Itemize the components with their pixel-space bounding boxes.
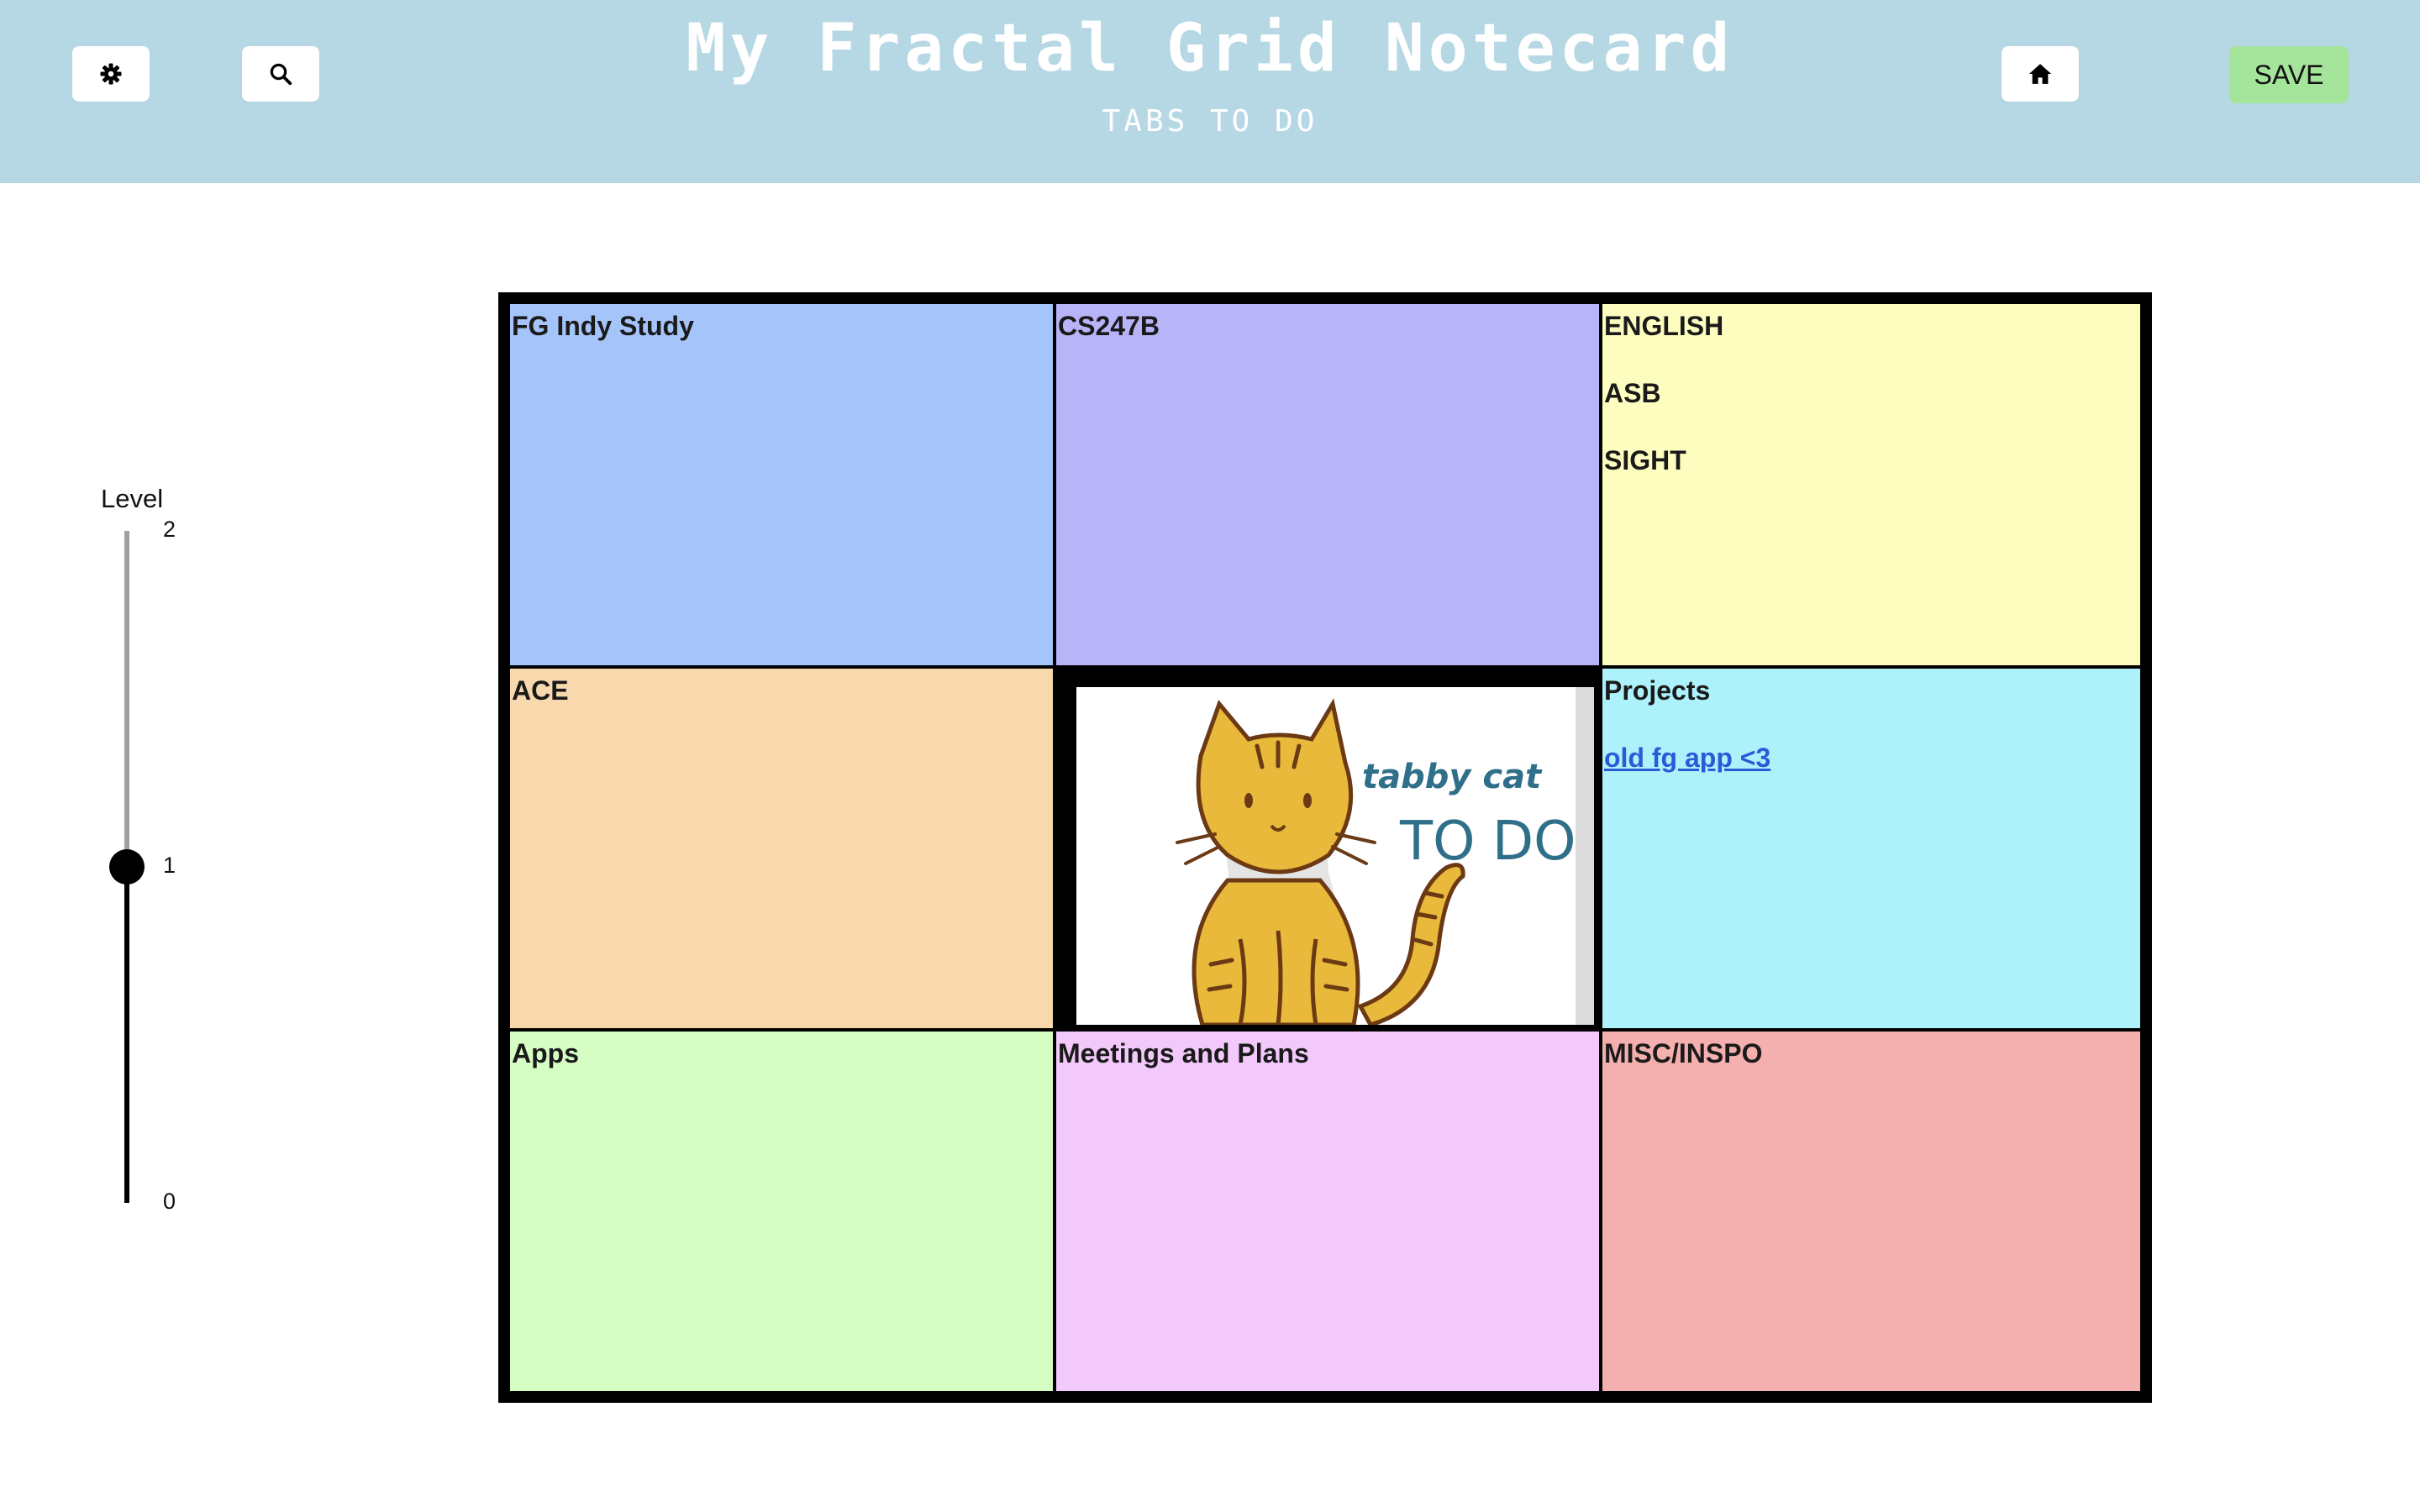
cell-title: MISC/INSPO [1604, 1038, 1763, 1068]
cell-title: FG Indy Study [512, 311, 694, 341]
cell-line: SIGHT [1604, 445, 1686, 475]
level-slider-thumb[interactable] [109, 849, 145, 885]
slider-track-upper[interactable] [124, 531, 129, 867]
grid-cell-projects[interactable]: Projects old fg app <3 [1602, 669, 2140, 1028]
home-icon [2028, 64, 2052, 84]
slider-tick-min: 0 [163, 1189, 176, 1214]
slider-tick-mid: 1 [163, 853, 176, 878]
page-subtitle: TABS TO DO [1102, 104, 1318, 139]
image-caption-top: tabby cat [1362, 758, 1543, 796]
header-bar: My Fractal Grid Notecard TABS TO DO SAVE [0, 0, 2420, 183]
old-fg-app-link[interactable]: old fg app <3 [1604, 741, 2139, 774]
grid-cell-center-image[interactable]: tabby cat TO DOs [1068, 679, 1602, 1033]
cell-title: Meetings and Plans [1058, 1038, 1309, 1068]
cell-title: Apps [512, 1038, 579, 1068]
save-button[interactable]: SAVE [2229, 46, 2349, 103]
cell-title: ACE [512, 675, 569, 706]
grid-cell-misc-inspo[interactable]: MISC/INSPO [1602, 1032, 2140, 1391]
slider-track-lower[interactable] [124, 867, 129, 1203]
slider-tick-max: 2 [163, 517, 176, 542]
grid-cell-english[interactable]: ENGLISH ASB SIGHT [1602, 304, 2140, 665]
grid-cell-meetings-and-plans[interactable]: Meetings and Plans [1056, 1032, 1599, 1391]
fractal-grid: FG Indy Study CS247B ENGLISH ASB SIGHT A… [498, 292, 2152, 1403]
grid-cell-fg-indy-study[interactable]: FG Indy Study [510, 304, 1053, 665]
cell-title: ENGLISH [1604, 311, 1724, 341]
cell-line: ASB [1604, 378, 1661, 408]
grid-cell-cs247b[interactable]: CS247B [1056, 304, 1599, 665]
cell-title: CS247B [1058, 311, 1160, 341]
image-caption-bottom: TO DOs [1399, 811, 1594, 873]
grid-cell-ace[interactable]: ACE [510, 669, 1053, 1028]
cell-title: Projects [1604, 675, 1711, 706]
image-scrollbar[interactable] [1576, 687, 1594, 1025]
grid-cell-apps[interactable]: Apps [510, 1032, 1053, 1391]
home-button[interactable] [2002, 46, 2079, 102]
level-label: Level [101, 484, 164, 513]
tabby-cat-todo-image: tabby cat TO DOs [1176, 698, 1594, 1025]
